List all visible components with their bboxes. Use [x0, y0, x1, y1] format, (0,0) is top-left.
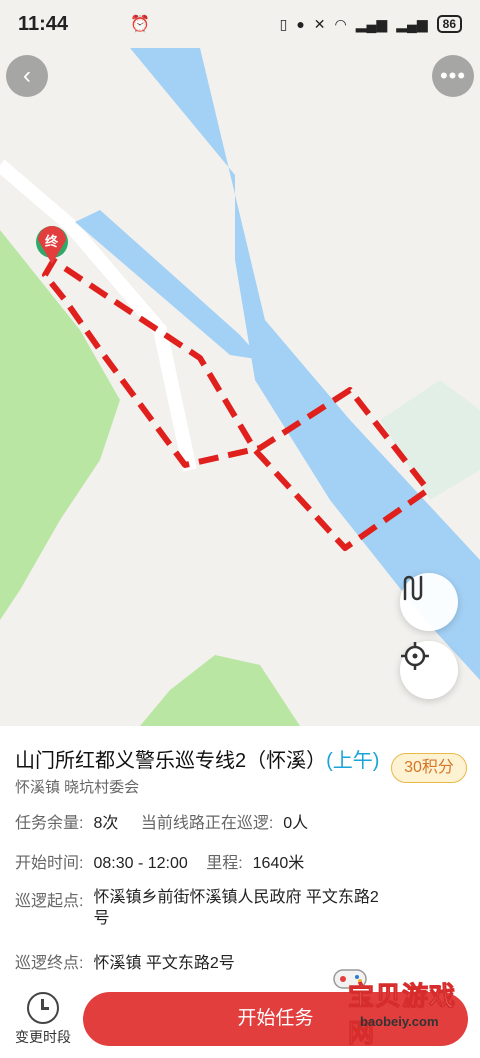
- status-icons: ▯ ● ✕ ◠ ▂▄▆ ▂▄▆ 86: [280, 15, 462, 33]
- task-title-text: 山门所红都义警乐巡专线2（怀溪）: [15, 750, 327, 772]
- change-slot-label: 变更时段: [15, 1029, 71, 1045]
- battery-indicator: 86: [436, 15, 462, 33]
- watermark-logo: 宝贝游戏网 baobeiy.com: [320, 962, 470, 1049]
- start-point-label: 巡逻起点:: [15, 893, 84, 910]
- route-toggle-button[interactable]: [400, 573, 458, 631]
- location-icon: ●: [296, 16, 305, 32]
- remaining-row: 任务余量: 8次 当前线路正在巡逻: 0人: [15, 809, 308, 833]
- back-button[interactable]: ‹: [6, 55, 48, 97]
- more-dots-icon: •••: [439, 63, 467, 88]
- task-title: 山门所红都义警乐巡专线2（怀溪）(上午): [15, 744, 380, 773]
- park-area-bottom: [140, 655, 300, 726]
- patrolling-value: 0人: [283, 815, 309, 832]
- distance-label: 里程:: [206, 855, 243, 872]
- park-area-left: [0, 230, 120, 620]
- status-time: 11:44: [18, 12, 69, 35]
- signal-icon-1: ▂▄▆: [355, 15, 388, 32]
- wifi-icon: ◠: [334, 15, 347, 32]
- end-point-value: 怀溪镇 平文东路2号: [93, 955, 235, 972]
- time-row: 开始时间: 08:30 - 12:00 里程: 1640米: [15, 849, 304, 873]
- task-location: 怀溪镇 晓坑村委会: [15, 779, 140, 796]
- distance-value: 1640米: [252, 855, 305, 872]
- points-badge: 30积分: [391, 753, 467, 783]
- route-icon: [403, 575, 423, 601]
- mute-icon: ✕: [313, 15, 326, 32]
- change-slot-button[interactable]: 变更时段: [12, 992, 74, 1052]
- task-title-tag: (上午): [326, 750, 380, 772]
- start-time-label: 开始时间:: [15, 855, 84, 872]
- crosshair-icon: [401, 642, 429, 670]
- clock-icon: [27, 992, 59, 1024]
- status-bar: 11:44 ⏰ ▯ ● ✕ ◠ ▂▄▆ ▂▄▆ 86: [0, 0, 480, 48]
- map-view[interactable]: 终 ‹ •••: [0, 0, 480, 726]
- more-button[interactable]: •••: [432, 55, 474, 97]
- patrolling-label: 当前线路正在巡逻:: [140, 815, 274, 832]
- watermark-url: baobeiy.com: [360, 1014, 439, 1029]
- end-marker-label: 终: [45, 234, 59, 250]
- vibrate-icon: ▯: [279, 15, 288, 32]
- start-point-value: 怀溪镇乡前街怀溪镇人民政府 平文东路2号: [93, 889, 379, 927]
- remaining-label: 任务余量:: [15, 815, 84, 832]
- locate-button[interactable]: [400, 641, 458, 699]
- start-point-row: 巡逻起点: 怀溪镇乡前街怀溪镇人民政府 平文东路2号: [15, 887, 393, 929]
- end-point-row: 巡逻终点: 怀溪镇 平文东路2号: [15, 949, 235, 973]
- start-time-value: 08:30 - 12:00: [93, 855, 188, 872]
- signal-icon-2: ▂▄▆: [396, 15, 428, 32]
- end-point-label: 巡逻终点:: [15, 955, 84, 972]
- remaining-value: 8次: [93, 815, 119, 832]
- chevron-left-icon: ‹: [23, 62, 31, 89]
- alarm-clock-icon: ⏰: [130, 16, 150, 33]
- watermark-title: 宝贝游戏网: [348, 981, 457, 1049]
